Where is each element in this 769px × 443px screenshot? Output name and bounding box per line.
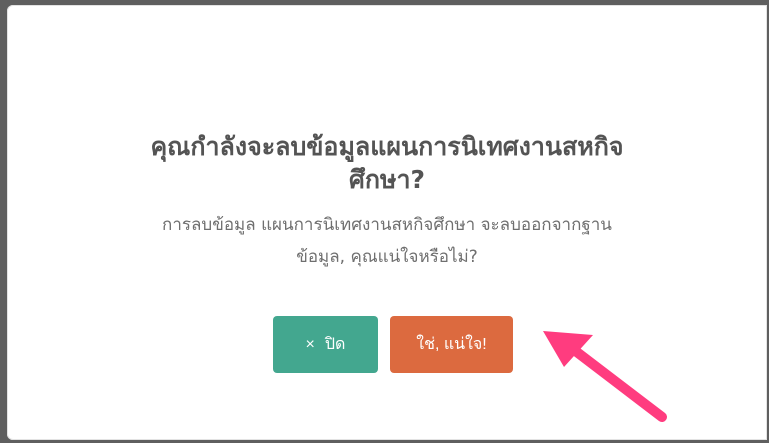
close-icon: × <box>305 335 315 353</box>
dialog-message: การลบข้อมูล แผนการนิเทศงานสหกิจศึกษา จะล… <box>87 209 687 273</box>
confirm-button-label: ใช่, แน่ใจ! <box>416 336 487 353</box>
close-button[interactable]: × ปิด <box>273 316 378 373</box>
dialog-title: คุณกำลังจะลบข้อมูลแผนการนิเทศงานสหกิจ ศึ… <box>87 130 687 196</box>
annotation-arrow-icon <box>543 331 667 422</box>
confirm-delete-dialog: คุณกำลังจะลบข้อมูลแผนการนิเทศงานสหกิจ ศึ… <box>7 5 767 440</box>
screen: คุณกำลังจะลบข้อมูลแผนการนิเทศงานสหกิจ ศึ… <box>0 0 769 443</box>
dialog-title-line-2: ศึกษา? <box>348 165 426 194</box>
close-button-label: ปิด <box>324 336 346 353</box>
dialog-message-line-2: ข้อมูล, คุณแน่ใจหรือไม่? <box>296 247 478 267</box>
dialog-message-line-1: การลบข้อมูล แผนการนิเทศงานสหกิจศึกษา จะล… <box>162 215 612 235</box>
confirm-button[interactable]: ใช่, แน่ใจ! <box>390 316 513 373</box>
dialog-title-line-1: คุณกำลังจะลบข้อมูลแผนการนิเทศงานสหกิจ <box>150 132 624 161</box>
